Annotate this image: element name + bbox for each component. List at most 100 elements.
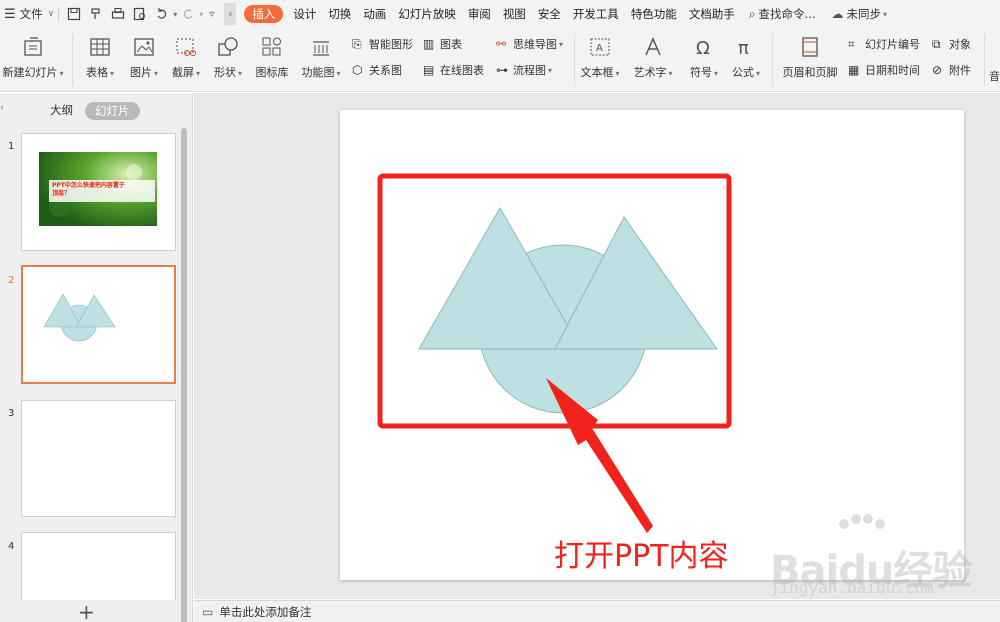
- tab-slides[interactable]: 幻灯片: [85, 102, 140, 120]
- header-footer-button[interactable]: 页眉和页脚: [780, 28, 840, 80]
- datetime-button[interactable]: ▦ 日期和时间: [848, 62, 920, 78]
- function-chart-button[interactable]: 功能图 ▾: [296, 28, 346, 80]
- sync-status[interactable]: ☁ 未同步 ▾: [832, 0, 888, 28]
- save-icon[interactable]: [67, 7, 81, 21]
- tab-security[interactable]: 安全: [532, 0, 567, 28]
- undo-icon[interactable]: [155, 7, 169, 21]
- tab-view[interactable]: 视图: [497, 0, 532, 28]
- object-icon: ⧉: [932, 37, 941, 51]
- panel-tabs: ‹ 大纲 幻灯片: [0, 93, 193, 129]
- slide-panel: ‹ 大纲 幻灯片 1 PPT中怎么快速把内容置于顶层？ 2 3 4 +: [0, 93, 193, 622]
- tab-developer[interactable]: 开发工具: [567, 0, 625, 28]
- smart-shape-icon: ⎘: [352, 37, 362, 51]
- chevron-left-icon[interactable]: ‹: [224, 3, 237, 25]
- tab-insert[interactable]: 插入: [244, 5, 284, 23]
- screenshot-button[interactable]: 截屏 ▾: [168, 28, 204, 80]
- format-painter-icon[interactable]: [89, 7, 103, 21]
- textbox-button[interactable]: A 文本框 ▾: [578, 28, 622, 80]
- relation-chart-button[interactable]: ⬡ 关系图: [352, 62, 402, 78]
- ribbon-toolbar: 新建幻灯片 ▾ 表格 ▾ 图片 ▾ 截屏 ▾ 形状 ▾ 图标库 功能图 ▾ ⎘ 智能图形 ▥…: [0, 28, 1000, 92]
- customize-toolbar-icon[interactable]: ▿: [209, 9, 214, 20]
- wordart-icon: [645, 37, 661, 56]
- add-slide-icon[interactable]: +: [78, 600, 95, 622]
- tab-design[interactable]: 设计: [287, 0, 322, 28]
- baidu-watermark: Baidu经验 jingyan.baidu.com: [770, 514, 1000, 614]
- menu-bar: ☰ 文件 ∨ ▾ ▾ ▿ ‹ 插入 设计 切换 动画 幻灯片放映 审阅 视图 安…: [0, 0, 1000, 28]
- slide-canvas[interactable]: [340, 110, 964, 580]
- calendar-icon: ▦: [848, 63, 860, 77]
- table-label: 表格: [85, 66, 108, 79]
- slide-number-label: 幻灯片编号: [865, 38, 920, 51]
- annotation-label: 打开PPT内容: [554, 539, 729, 574]
- formula-button[interactable]: π 公式 ▾: [728, 28, 764, 80]
- chart-label: 图表: [440, 38, 462, 51]
- tab-transitions[interactable]: 切换: [322, 0, 357, 28]
- symbol-label: 符号: [689, 66, 712, 79]
- bar-chart-icon: ▥: [423, 37, 435, 51]
- mind-map-button[interactable]: ⚯ 思维导图 ▾: [496, 36, 563, 52]
- mind-map-label: 思维导图: [513, 38, 557, 51]
- online-chart-button[interactable]: ▤ 在线图表: [423, 62, 484, 78]
- print-icon[interactable]: [111, 7, 125, 21]
- hamburger-icon: ☰: [4, 6, 16, 22]
- paperclip-icon: ⊘: [932, 63, 943, 77]
- svg-text:Ω: Ω: [696, 38, 710, 58]
- picture-label: 图片: [129, 66, 152, 79]
- online-chart-icon: ▤: [423, 63, 435, 77]
- datetime-label: 日期和时间: [865, 64, 920, 77]
- notes-icon: ▭: [202, 604, 214, 619]
- redo-icon[interactable]: [181, 7, 195, 21]
- table-button[interactable]: 表格 ▾: [82, 28, 118, 80]
- slide-2-shapes-preview: [43, 293, 116, 342]
- slide-thumbnail-3[interactable]: [21, 400, 176, 517]
- audio-button[interactable]: 音: [989, 68, 1000, 84]
- undo-dropdown-icon[interactable]: ▾: [173, 10, 177, 19]
- print-preview-icon[interactable]: [133, 7, 147, 21]
- formula-label: 公式: [731, 66, 754, 79]
- divider: [58, 7, 60, 21]
- shape-button[interactable]: 形状 ▾: [210, 28, 246, 80]
- redo-dropdown-icon[interactable]: ▾: [199, 10, 203, 19]
- icon-library-button[interactable]: 图标库: [252, 28, 292, 80]
- table-icon: [90, 38, 110, 56]
- online-chart-label: 在线图表: [440, 64, 484, 77]
- command-search[interactable]: ⌕ 查找命令...: [749, 0, 816, 28]
- file-menu[interactable]: ☰ 文件 ∨: [4, 0, 54, 28]
- file-menu-label: 文件: [19, 7, 43, 21]
- shape-label: 形状: [213, 66, 236, 79]
- tab-outline[interactable]: 大纲: [50, 102, 73, 118]
- slide-number-button[interactable]: ⌗ 幻灯片编号: [848, 36, 920, 52]
- command-search-label: 查找命令...: [758, 7, 816, 21]
- header-footer-label: 页眉和页脚: [782, 66, 838, 79]
- tab-doc-assistant[interactable]: 文档助手: [683, 0, 741, 28]
- tab-slideshow[interactable]: 幻灯片放映: [392, 0, 462, 28]
- tab-review[interactable]: 审阅: [462, 0, 497, 28]
- shapes-icon: [218, 37, 238, 56]
- slide-thumbnail-4[interactable]: [21, 532, 176, 600]
- slide-thumbnail-2[interactable]: [21, 265, 176, 384]
- picture-button[interactable]: 图片 ▾: [126, 28, 162, 80]
- panel-scrollbar[interactable]: [181, 128, 187, 622]
- slide-number: 3: [8, 408, 15, 419]
- wordart-button[interactable]: 艺术字 ▾: [630, 28, 676, 80]
- object-button[interactable]: ⧉ 对象: [932, 36, 971, 52]
- notes-bar[interactable]: ▭ 单击此处添加备注: [194, 600, 1000, 622]
- picture-icon: [134, 38, 154, 56]
- symbol-button[interactable]: Ω 符号 ▾: [686, 28, 722, 80]
- slide-number: 1: [8, 141, 15, 152]
- pi-icon: π: [738, 38, 749, 58]
- object-label: 对象: [949, 38, 971, 51]
- flow-chart-button[interactable]: ⊶ 流程图 ▾: [496, 62, 552, 78]
- smart-shape-button[interactable]: ⎘ 智能图形: [352, 36, 413, 52]
- header-footer-icon: [802, 37, 818, 57]
- tab-special-features[interactable]: 特色功能: [625, 0, 683, 28]
- icon-library-icon: [262, 37, 281, 56]
- attachment-label: 附件: [949, 64, 971, 77]
- attachment-button[interactable]: ⊘ 附件: [932, 62, 971, 78]
- tab-animation[interactable]: 动画: [357, 0, 392, 28]
- close-panel-icon[interactable]: ‹: [0, 102, 4, 113]
- relation-chart-icon: ⬡: [352, 63, 363, 77]
- chart-button[interactable]: ▥ 图表: [423, 36, 462, 52]
- new-slide-button[interactable]: 新建幻灯片 ▾: [0, 28, 66, 80]
- slide-thumbnail-1[interactable]: PPT中怎么快速把内容置于顶层？: [21, 133, 176, 251]
